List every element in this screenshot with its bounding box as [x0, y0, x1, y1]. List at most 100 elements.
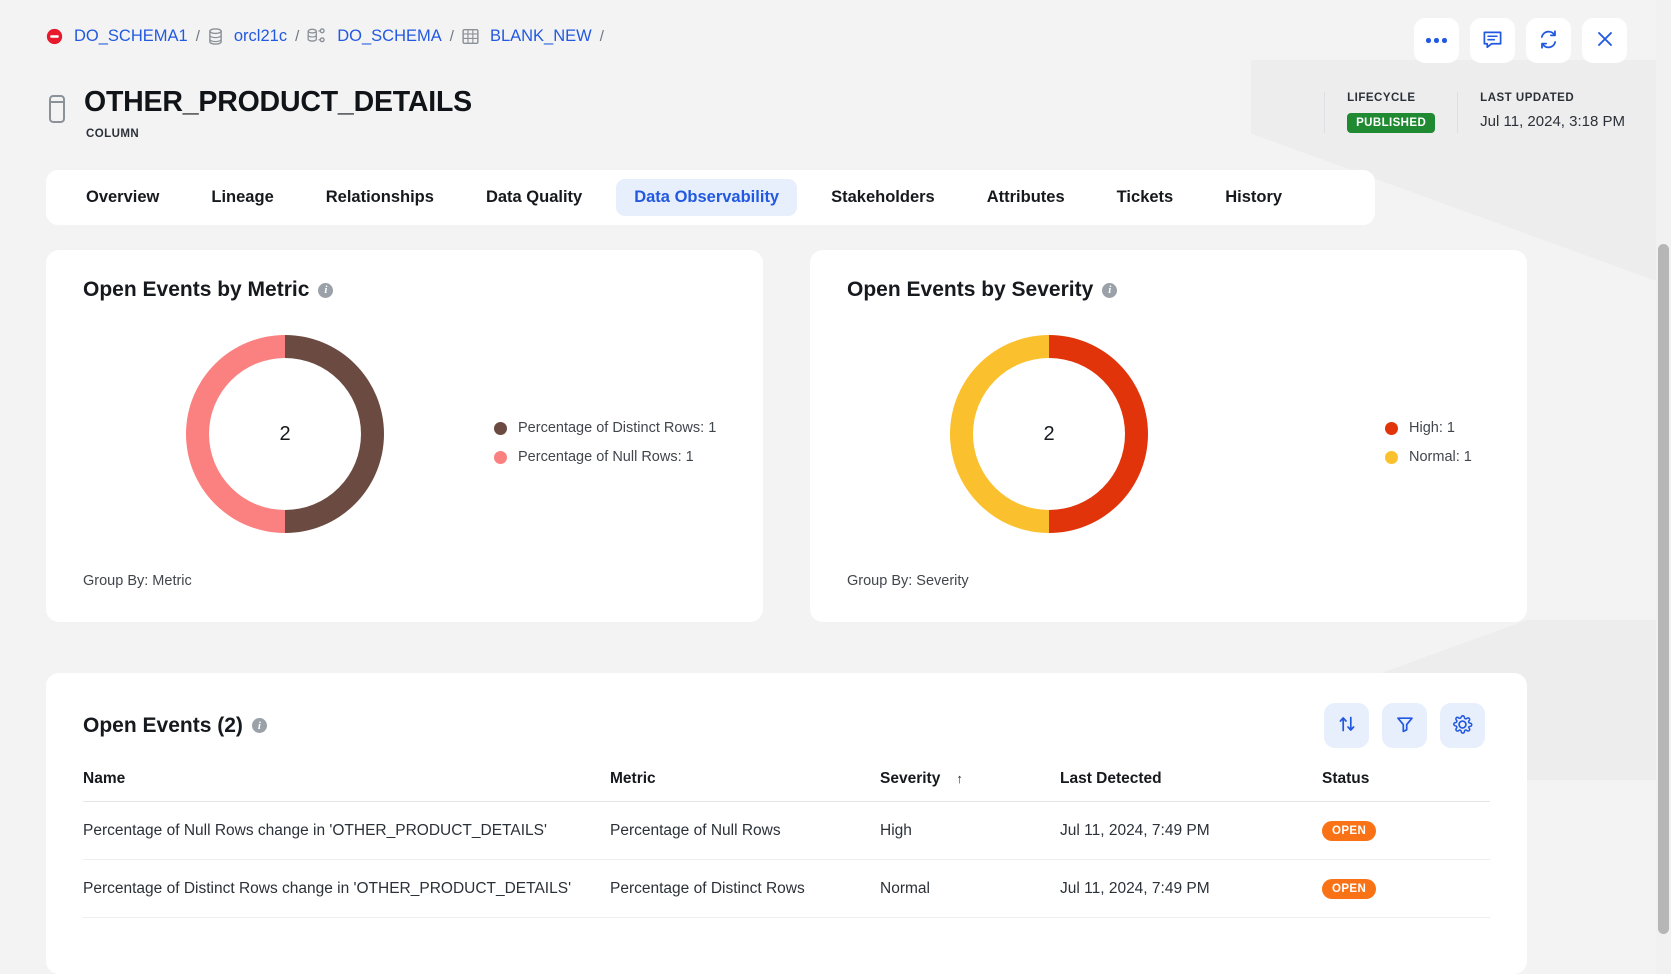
event-name-link[interactable]: Percentage of Distinct Rows change in 'O…: [83, 859, 610, 918]
tab-data-quality[interactable]: Data Quality: [468, 179, 600, 216]
breadcrumb-separator: /: [195, 28, 200, 45]
legend-label: High: 1: [1409, 420, 1455, 436]
legend-label: Percentage of Null Rows: 1: [518, 449, 694, 465]
breadcrumb-item-3[interactable]: BLANK_NEW: [490, 27, 592, 46]
info-icon[interactable]: i: [251, 718, 267, 733]
card-title: Open Events by Metric i: [83, 278, 334, 302]
donut-total: 2: [279, 422, 291, 445]
sort-arrows-icon: [1337, 714, 1357, 737]
table-icon: [462, 28, 479, 45]
refresh-icon: [1538, 29, 1559, 53]
funnel-icon: [1395, 714, 1415, 737]
tab-tickets[interactable]: Tickets: [1099, 179, 1192, 216]
open-events-title: Open Events (2) i: [83, 714, 267, 738]
tab-relationships[interactable]: Relationships: [308, 179, 452, 216]
legend-label: Percentage of Distinct Rows: 1: [518, 420, 717, 436]
column-header-status[interactable]: Status: [1322, 770, 1490, 802]
page-scrollbar-thumb[interactable]: [1658, 244, 1669, 934]
more-options-button[interactable]: [1414, 18, 1459, 63]
event-last-detected: Jul 11, 2024, 7:49 PM: [1060, 859, 1322, 918]
column-header-severity-label: Severity: [880, 770, 941, 787]
tab-overview[interactable]: Overview: [68, 179, 177, 216]
severity-legend: High: 1 Normal: 1: [1385, 420, 1472, 465]
severity-donut-chart: 2: [950, 335, 1148, 533]
page-subtype: COLUMN: [86, 127, 140, 140]
legend-item[interactable]: Percentage of Distinct Rows: 1: [494, 420, 716, 436]
event-name-link[interactable]: Percentage of Null Rows change in 'OTHER…: [83, 801, 610, 860]
event-severity: Normal: [880, 859, 1060, 918]
header-meta: LIFECYCLE PUBLISHED LAST UPDATED Jul 11,…: [1324, 92, 1625, 133]
breadcrumb-separator: /: [295, 28, 300, 45]
legend-color-swatch: [494, 450, 507, 464]
column-icon: [46, 94, 68, 129]
window-actions: [1414, 18, 1627, 63]
page-header: OTHER_PRODUCT_DETAILS COLUMN: [46, 87, 472, 140]
open-events-by-severity-card: Open Events by Severity i 2 High: 1 Norm…: [810, 250, 1527, 622]
tab-data-observability[interactable]: Data Observability: [616, 179, 798, 216]
event-metric: Percentage of Null Rows: [610, 801, 880, 860]
tab-lineage[interactable]: Lineage: [193, 179, 291, 216]
info-icon[interactable]: i: [318, 282, 334, 298]
group-by-label: Group By: Severity: [847, 573, 969, 589]
legend-item[interactable]: High: 1: [1385, 420, 1472, 436]
tab-bar: Overview Lineage Relationships Data Qual…: [46, 170, 1375, 225]
comments-button[interactable]: [1470, 18, 1515, 63]
ellipsis-icon: [1426, 38, 1447, 43]
info-icon[interactable]: i: [1102, 282, 1118, 298]
open-events-actions: [1324, 703, 1485, 748]
breadcrumb: DO_SCHEMA1 / orcl21c / DO_SCHEMA / BLANK…: [46, 27, 605, 46]
breadcrumb-item-1[interactable]: orcl21c: [234, 27, 287, 46]
schema-icon: [307, 28, 326, 45]
breadcrumb-separator: /: [599, 28, 604, 45]
last-updated-block: LAST UPDATED Jul 11, 2024, 3:18 PM: [1457, 92, 1625, 133]
column-header-severity[interactable]: Severity ↑: [880, 770, 1060, 802]
metric-donut-chart: 2: [186, 335, 384, 533]
tab-stakeholders[interactable]: Stakeholders: [813, 179, 953, 216]
last-updated-label: LAST UPDATED: [1480, 92, 1575, 104]
event-status: OPEN: [1322, 801, 1490, 860]
legend-color-swatch: [1385, 421, 1398, 435]
donut-total: 2: [1043, 422, 1055, 445]
open-events-card: Open Events (2) i Name Metric Severity ↑…: [46, 673, 1527, 974]
event-status: OPEN: [1322, 859, 1490, 918]
sort-button[interactable]: [1324, 703, 1369, 748]
legend-item[interactable]: Normal: 1: [1385, 449, 1472, 465]
gear-icon: [1452, 714, 1473, 738]
database-icon: [208, 28, 223, 45]
table-row[interactable]: Percentage of Null Rows change in 'OTHER…: [83, 801, 1490, 860]
card-title-text: Open Events by Metric: [83, 278, 310, 301]
filter-button[interactable]: [1382, 703, 1427, 748]
metric-legend: Percentage of Distinct Rows: 1 Percentag…: [494, 420, 716, 465]
sort-ascending-icon: ↑: [956, 771, 963, 786]
lifecycle-label: LIFECYCLE: [1347, 92, 1416, 104]
open-events-title-text: Open Events (2): [83, 713, 243, 737]
legend-color-swatch: [494, 421, 507, 435]
group-by-label: Group By: Metric: [83, 573, 192, 589]
no-entry-icon: [46, 28, 63, 45]
close-button[interactable]: [1582, 18, 1627, 63]
column-header-last-detected[interactable]: Last Detected: [1060, 770, 1322, 802]
settings-button[interactable]: [1440, 703, 1485, 748]
open-events-by-metric-card: Open Events by Metric i 2 Percentage of …: [46, 250, 763, 622]
page-scrollbar-track[interactable]: [1656, 0, 1671, 974]
breadcrumb-separator: /: [449, 28, 454, 45]
table-row[interactable]: Percentage of Distinct Rows change in 'O…: [83, 859, 1490, 918]
breadcrumb-item-0[interactable]: DO_SCHEMA1: [74, 27, 188, 46]
breadcrumb-item-2[interactable]: DO_SCHEMA: [337, 27, 442, 46]
refresh-button[interactable]: [1526, 18, 1571, 63]
legend-item[interactable]: Percentage of Null Rows: 1: [494, 449, 716, 465]
open-events-header: Open Events (2) i: [46, 673, 1527, 748]
legend-color-swatch: [1385, 450, 1398, 464]
comment-icon: [1482, 29, 1503, 53]
tab-attributes[interactable]: Attributes: [969, 179, 1083, 216]
event-last-detected: Jul 11, 2024, 7:49 PM: [1060, 801, 1322, 860]
close-icon: [1595, 29, 1615, 52]
card-title: Open Events by Severity i: [847, 278, 1118, 302]
open-events-table: Name Metric Severity ↑ Last Detected Stat…: [83, 770, 1490, 918]
status-badge: OPEN: [1322, 879, 1377, 899]
charts-row: Open Events by Metric i 2 Percentage of …: [46, 250, 1527, 622]
event-metric: Percentage of Distinct Rows: [610, 859, 880, 918]
column-header-name[interactable]: Name: [83, 770, 610, 802]
tab-history[interactable]: History: [1207, 179, 1300, 216]
column-header-metric[interactable]: Metric: [610, 770, 880, 802]
